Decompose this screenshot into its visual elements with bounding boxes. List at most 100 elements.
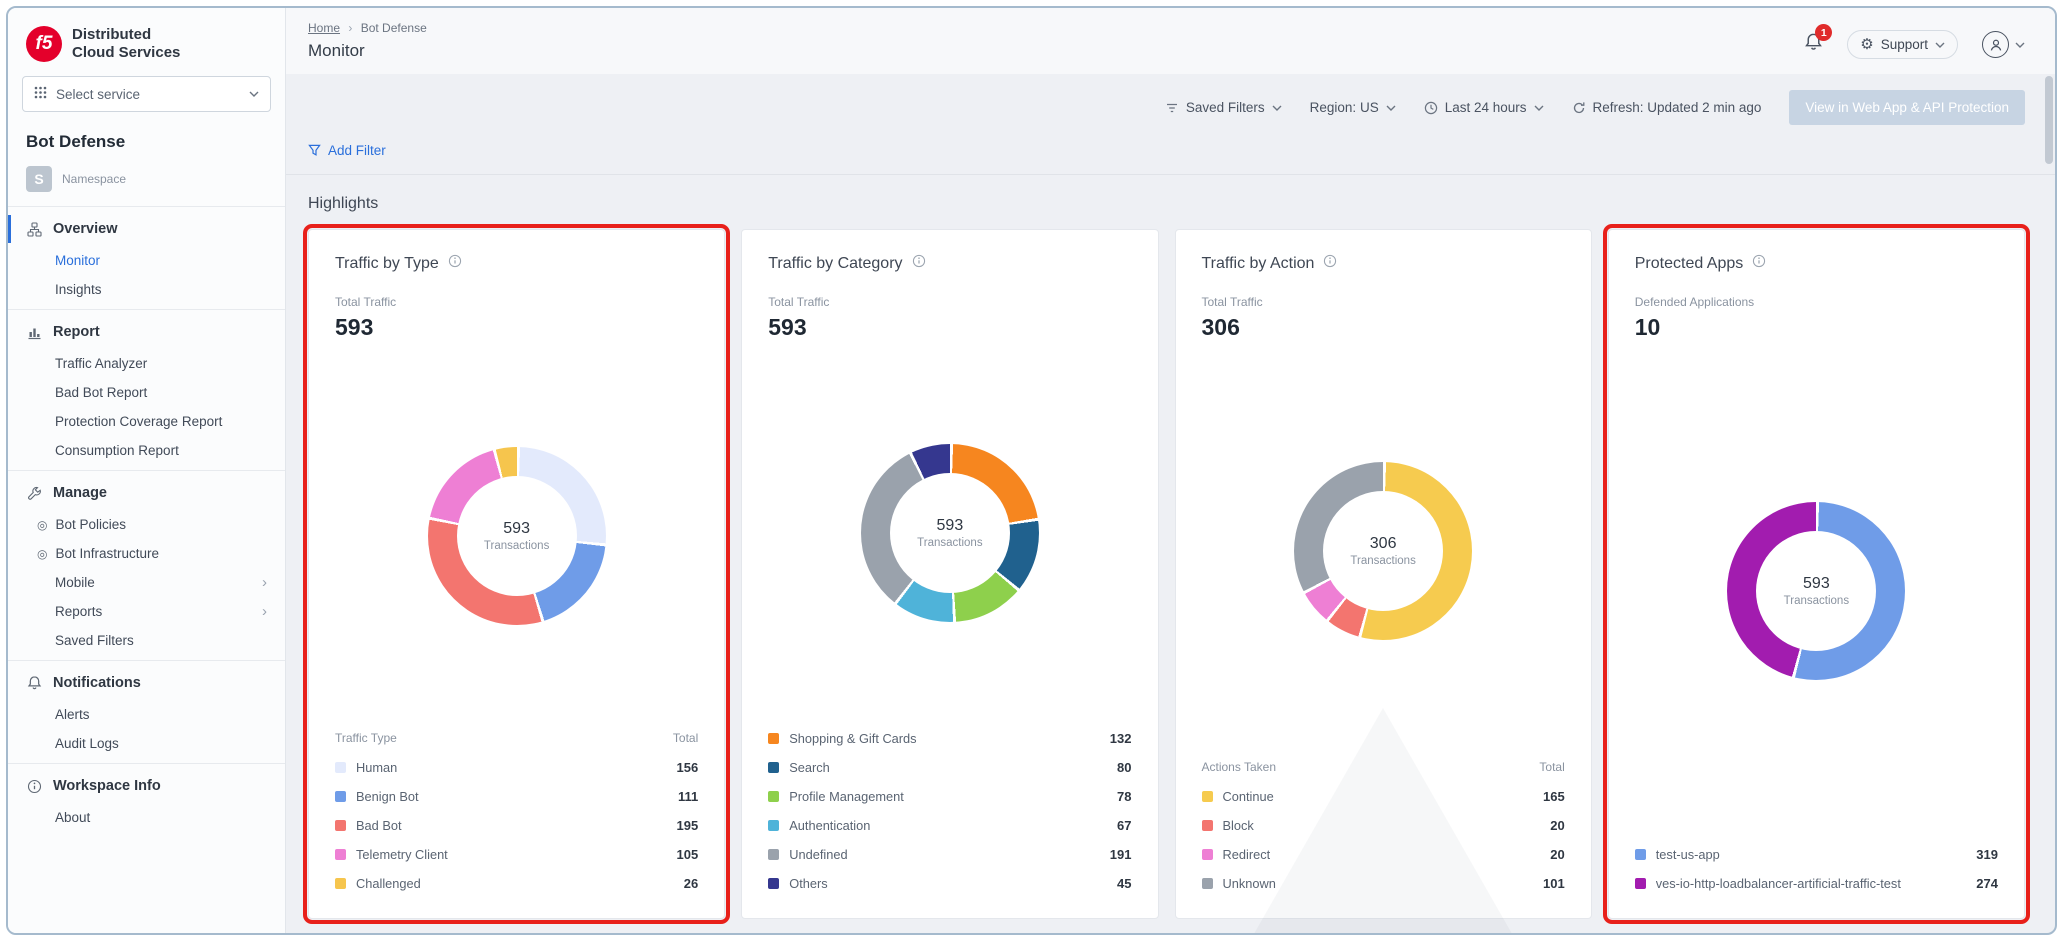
legend-header: Actions TakenTotal [1202,760,1565,774]
sidebar-item-label: Bot Policies [55,517,126,532]
sidebar-item-label: Protection Coverage Report [55,414,222,429]
legend-label: test-us-app [1656,847,1720,862]
legend-label: Search [789,760,830,775]
legend-row-redirect[interactable]: Redirect20 [1202,840,1565,869]
sidebar-item-saved-filters[interactable]: Saved Filters [8,626,285,655]
breadcrumb: Home › Bot Defense [308,21,427,35]
clock-icon [1424,101,1438,115]
sidebar-item-traffic-analyzer[interactable]: Traffic Analyzer [8,349,285,378]
metric-value: 593 [768,314,1131,341]
sidebar-item-alerts[interactable]: Alerts [8,700,285,729]
donut-center: 593Transactions [457,476,577,596]
legend-row-continue[interactable]: Continue 165 [1202,782,1565,811]
legend-row-benign-bot[interactable]: Benign Bot111 [335,782,698,811]
legend-label: Continue [1223,789,1274,804]
sidebar-group-manage: Manage◎Bot Policies◎Bot InfrastructureMo… [8,470,285,660]
legend-swatch [1202,791,1213,802]
namespace-badge: S [26,166,52,192]
sidebar-item-protection-coverage-report[interactable]: Protection Coverage Report [8,407,285,436]
service-selector[interactable]: Select service [22,76,271,112]
legend-row-undefined[interactable]: Undefined191 [768,840,1131,869]
sidebar-item-label: Consumption Report [55,443,179,458]
sidebar-item-label: Reports [55,604,102,619]
legend-row-search[interactable]: Search80 [768,753,1131,782]
legend-row-telemetry-client[interactable]: Telemetry Client105 [335,840,698,869]
region-label: Region: US [1310,100,1379,115]
chevron-down-icon [1386,105,1396,111]
saved-filters-dropdown[interactable]: Saved Filters [1165,100,1282,115]
legend-swatch [335,762,346,773]
legend-swatch [1202,849,1213,860]
legend-swatch [335,791,346,802]
sidebar-item-insights[interactable]: Insights [8,275,285,304]
notifications-button[interactable]: 1 [1804,32,1823,57]
legend-row-bad-bot[interactable]: Bad Bot195 [335,811,698,840]
legend-row-unknown[interactable]: Unknown101 [1202,869,1565,898]
sidebar-item-label: Insights [55,282,102,297]
legend-label: Unknown [1223,876,1276,891]
view-in-waap-button[interactable]: View in Web App & API Protection [1789,90,2025,125]
manage-icon [26,486,42,501]
product-title: Bot Defense [8,128,285,166]
sidebar-item-bot-infrastructure[interactable]: ◎Bot Infrastructure [8,539,285,568]
legend-row-test-us-app[interactable]: test-us-app 319 [1635,840,1998,869]
scrollbar-thumb[interactable] [2045,76,2053,164]
legend-label: Benign Bot [356,789,419,804]
legend: Human156Benign Bot111Bad Bot195Telemetry… [335,753,698,898]
metric-label: Total Traffic [1202,295,1565,309]
sidebar-item-label: About [55,810,90,825]
legend-row-challenged[interactable]: Challenged26 [335,869,698,898]
legend-row-profile-management[interactable]: Profile Management78 [768,782,1131,811]
legend-row-shopping-gift-cards[interactable]: Shopping & Gift Cards132 [768,724,1131,753]
info-icon[interactable] [912,254,926,273]
info-icon[interactable] [448,254,462,273]
sidebar-item-audit-logs[interactable]: Audit Logs [8,729,285,758]
info-icon[interactable] [1752,254,1766,273]
sidebar-group-header-workspace-info[interactable]: Workspace Info [8,769,285,803]
refresh-button[interactable]: Refresh: Updated 2 min ago [1572,100,1762,115]
legend-row-human[interactable]: Human156 [335,753,698,782]
legend-row-authentication[interactable]: Authentication67 [768,811,1131,840]
chevron-down-icon [1935,42,1945,48]
legend-row-others[interactable]: Others45 [768,869,1131,898]
notification-badge: 1 [1815,24,1832,41]
sidebar-item-monitor[interactable]: Monitor [8,246,285,275]
card-title: Traffic by Action [1202,254,1565,273]
donut-center-value: 593 [503,520,530,538]
donut-center: 593Transactions [1756,531,1876,651]
sidebar-group-header-overview[interactable]: Overview [8,212,285,246]
sidebar-group-header-manage[interactable]: Manage [8,476,285,510]
sidebar-item-bad-bot-report[interactable]: Bad Bot Report [8,378,285,407]
info-icon[interactable] [1323,254,1337,273]
sidebar-group-header-notifications[interactable]: Notifications [8,666,285,700]
sidebar-item-bot-policies[interactable]: ◎Bot Policies [8,510,285,539]
service-selector-label: Select service [56,87,140,102]
breadcrumb-home[interactable]: Home [308,21,340,35]
legend-row-ves-io-http-loadbalancer-artificial-traffic-test[interactable]: ves-io-http-loadbalancer-artificial-traf… [1635,869,1998,898]
sidebar-item-label: Audit Logs [55,736,119,751]
namespace-selector[interactable]: S Namespace [8,166,285,207]
chevron-down-icon [1534,105,1544,111]
metric-value: 10 [1635,314,1998,341]
legend-row-block[interactable]: Block20 [1202,811,1565,840]
card-traffic-by-action: Traffic by ActionTotal Traffic306306Tran… [1175,229,1592,919]
legend-value: 165 [1533,789,1565,804]
sidebar-item-about[interactable]: About [8,803,285,832]
add-filter-button[interactable]: Add Filter [308,143,386,158]
sidebar-group-header-report[interactable]: Report [8,315,285,349]
legend-swatch [1202,820,1213,831]
region-dropdown[interactable]: Region: US [1310,100,1396,115]
legend-value: 319 [1966,847,1998,862]
legend-value: 67 [1107,818,1131,833]
sidebar-item-mobile[interactable]: Mobile› [8,568,285,597]
support-menu[interactable]: ⚙ Support [1847,30,1958,59]
legend-header: Traffic TypeTotal [335,731,698,745]
vertical-scrollbar[interactable] [2044,74,2053,929]
sidebar-item-consumption-report[interactable]: Consumption Report [8,436,285,465]
sidebar-item-reports[interactable]: Reports› [8,597,285,626]
time-range-dropdown[interactable]: Last 24 hours [1424,100,1544,115]
sidebar-group-workspace-info: Workspace Info About [8,763,285,837]
header-left: Home › Bot Defense Monitor [308,21,427,68]
content-area: Highlights Traffic by TypeTotal Traffic5… [286,175,2055,933]
account-menu[interactable] [1982,31,2025,58]
